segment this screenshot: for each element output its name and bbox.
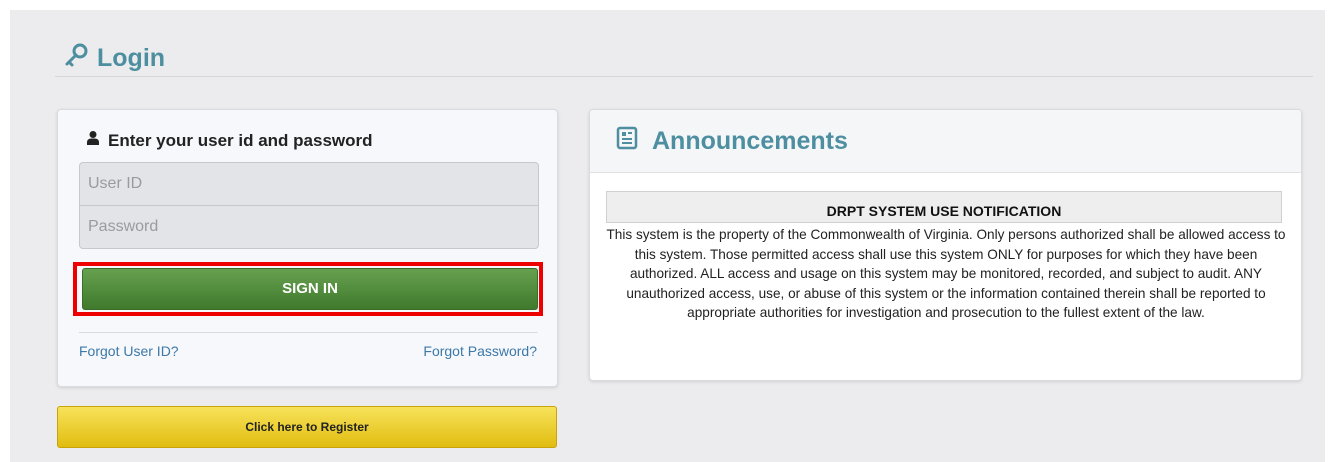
login-heading: Enter your user id and password: [85, 130, 373, 151]
login-heading-text: Enter your user id and password: [108, 130, 373, 150]
sign-in-button[interactable]: SIGN IN: [82, 268, 538, 310]
announcements-header: Announcements: [590, 110, 1301, 173]
page-title: Login: [63, 40, 165, 76]
announcements-title: Announcements: [652, 126, 848, 155]
user-id-input[interactable]: [80, 163, 538, 205]
notification-body: This system is the property of the Commo…: [606, 227, 1286, 321]
user-icon: [85, 130, 101, 151]
announcements-card: Announcements DRPT SYSTEM USE NOTIFICATI…: [589, 109, 1302, 381]
page: Login Enter your user id and password SI…: [10, 10, 1325, 462]
credentials-group: [79, 162, 539, 249]
title-divider: [55, 76, 1313, 77]
notification-title: DRPT SYSTEM USE NOTIFICATION: [606, 191, 1282, 223]
page-title-text: Login: [97, 43, 166, 72]
forgot-user-id-link[interactable]: Forgot User ID?: [79, 343, 179, 359]
forgot-password-link[interactable]: Forgot Password?: [423, 343, 537, 359]
login-card: Enter your user id and password SIGN IN …: [57, 109, 558, 387]
login-divider: [79, 332, 538, 333]
register-button[interactable]: Click here to Register: [57, 406, 557, 448]
document-icon: [616, 126, 638, 157]
password-input[interactable]: [80, 206, 538, 248]
key-icon: [63, 42, 89, 75]
